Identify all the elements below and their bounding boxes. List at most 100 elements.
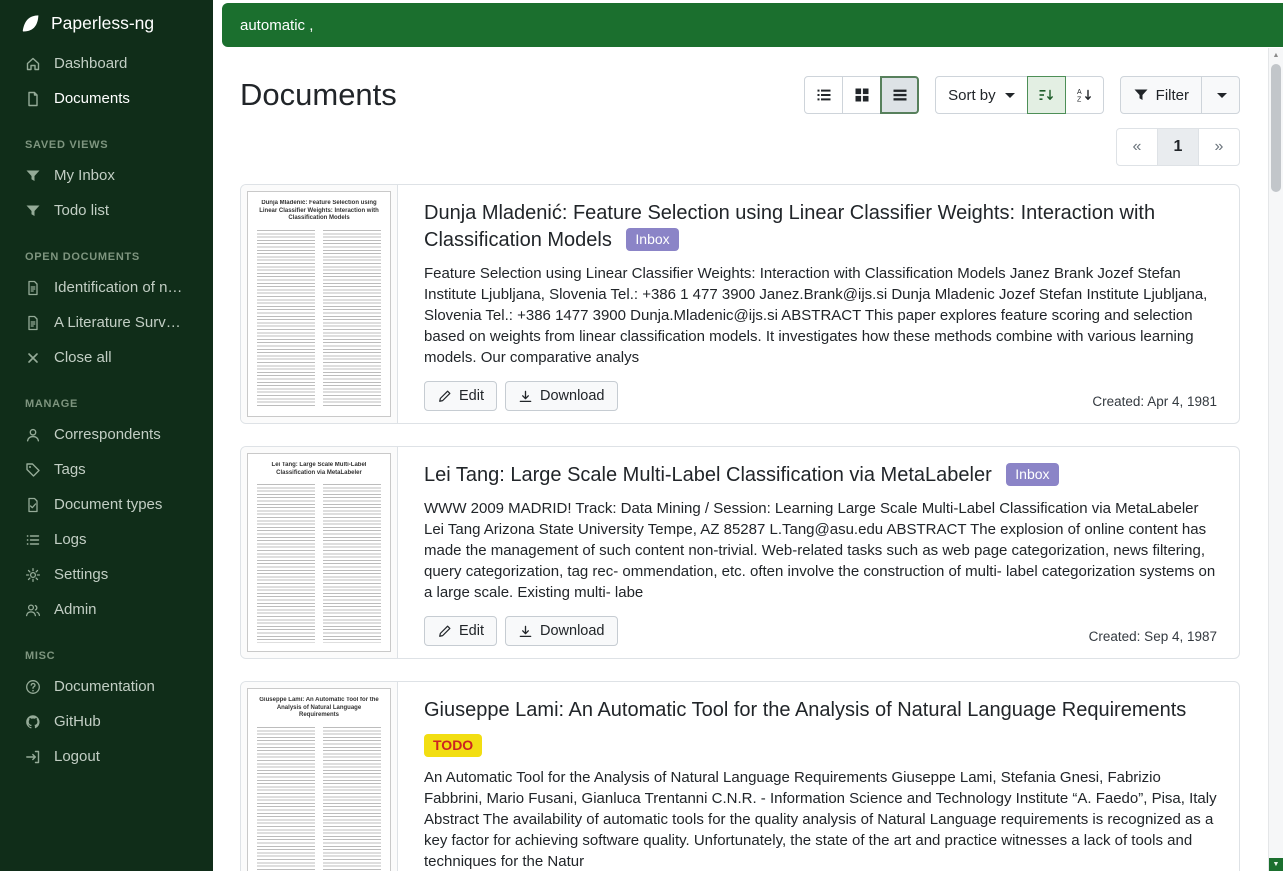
- sidebar-section-misc: MISC: [0, 627, 213, 669]
- sidebar-item-correspondents[interactable]: Correspondents: [0, 417, 213, 452]
- filter-group: Filter: [1120, 76, 1240, 114]
- download-button[interactable]: Download: [505, 616, 618, 646]
- sort-descending-button[interactable]: [1027, 76, 1066, 114]
- main-area: automatic , Documents: [213, 0, 1283, 871]
- sidebar-item-label: Logout: [54, 748, 100, 765]
- sidebar-item-tags[interactable]: Tags: [0, 452, 213, 487]
- tag-badge-inbox[interactable]: Inbox: [626, 228, 678, 251]
- sidebar-item-documentation[interactable]: Documentation: [0, 669, 213, 704]
- created-date: Created: Sep 4, 1987: [1089, 629, 1217, 646]
- document-title: Dunja Mladenić: Feature Selection using …: [424, 200, 1217, 254]
- brand[interactable]: Paperless-ng: [0, 0, 213, 46]
- list-view-icon: [816, 87, 832, 103]
- sidebar-item-open-doc-2[interactable]: A Literature Survey on ...: [0, 305, 213, 340]
- tag-icon: [25, 462, 41, 478]
- document-card-footer: Edit Download Created: Apr 4, 1981: [424, 381, 1217, 411]
- sidebar-section-saved-views: SAVED VIEWS: [0, 116, 213, 158]
- search-input[interactable]: automatic ,: [222, 3, 1283, 47]
- sidebar-item-documents[interactable]: Documents: [0, 81, 213, 116]
- edit-button[interactable]: Edit: [424, 616, 497, 646]
- pagination-next[interactable]: »: [1198, 128, 1240, 166]
- svg-text:A: A: [1077, 89, 1082, 96]
- navbar: automatic ,: [213, 0, 1283, 48]
- sidebar: Paperless-ng Dashboard Documents SAVED V…: [0, 0, 213, 871]
- thumbnail-page: Dunja Mladenić: Feature Selection using …: [247, 191, 391, 417]
- grid-view-icon: [854, 87, 870, 103]
- gear-icon: [25, 567, 41, 583]
- sort-down-icon: [1038, 87, 1054, 103]
- document-actions: Edit Download: [424, 381, 618, 411]
- tag-badge-todo[interactable]: TODO: [424, 734, 482, 757]
- pagination: « 1 »: [1116, 128, 1240, 166]
- edit-button[interactable]: Edit: [424, 381, 497, 411]
- funnel-icon: [25, 168, 41, 184]
- scrollbar-down-arrow[interactable]: ▼: [1269, 858, 1283, 871]
- sidebar-item-label: Todo list: [54, 202, 109, 219]
- pagination-page-1[interactable]: 1: [1157, 128, 1199, 166]
- view-toggle-group: [804, 76, 919, 114]
- document-snippet: WWW 2009 MADRID! Track: Data Mining / Se…: [424, 498, 1217, 603]
- sidebar-item-todo-list[interactable]: Todo list: [0, 193, 213, 228]
- pencil-icon: [437, 389, 452, 404]
- sidebar-item-dashboard[interactable]: Dashboard: [0, 46, 213, 81]
- download-icon: [518, 389, 533, 404]
- document-title-link[interactable]: Lei Tang: Large Scale Multi-Label Classi…: [424, 464, 992, 486]
- download-button-label: Download: [540, 623, 605, 639]
- document-card-body: Dunja Mladenić: Feature Selection using …: [398, 185, 1239, 423]
- document-title-link[interactable]: Giuseppe Lami: An Automatic Tool for the…: [424, 699, 1186, 721]
- filter-dropdown-button[interactable]: [1201, 76, 1240, 114]
- sidebar-item-document-types[interactable]: Document types: [0, 487, 213, 522]
- question-circle-icon: [25, 679, 41, 695]
- users-icon: [25, 602, 41, 618]
- thumbnail-title-text: Giuseppe Lami: An Automatic Tool for the…: [257, 697, 381, 720]
- sidebar-item-label: Dashboard: [54, 55, 127, 72]
- sidebar-item-label: Logs: [54, 531, 87, 548]
- sidebar-item-admin[interactable]: Admin: [0, 592, 213, 627]
- document-thumbnail[interactable]: Giuseppe Lami: An Automatic Tool for the…: [241, 682, 398, 871]
- tag-badge-inbox[interactable]: Inbox: [1006, 463, 1058, 486]
- search-query-text: automatic ,: [240, 17, 313, 34]
- download-button[interactable]: Download: [505, 381, 618, 411]
- person-icon: [25, 427, 41, 443]
- documents-page: Documents: [213, 48, 1283, 871]
- close-icon: [25, 350, 41, 366]
- sidebar-item-logout[interactable]: Logout: [0, 739, 213, 774]
- document-snippet: Feature Selection using Linear Classifie…: [424, 263, 1217, 368]
- scrollbar-thumb[interactable]: [1271, 64, 1281, 192]
- edit-button-label: Edit: [459, 388, 484, 404]
- view-list-button[interactable]: [804, 76, 843, 114]
- document-card-footer: Edit Download Created: Sep 4, 1987: [424, 616, 1217, 646]
- filter-button[interactable]: Filter: [1120, 76, 1202, 114]
- download-button-label: Download: [540, 388, 605, 404]
- sidebar-item-logs[interactable]: Logs: [0, 522, 213, 557]
- sidebar-item-label: Close all: [54, 349, 112, 366]
- sidebar-item-close-all[interactable]: Close all: [0, 340, 213, 375]
- file-check-icon: [25, 497, 41, 513]
- document-thumbnail[interactable]: Dunja Mladenić: Feature Selection using …: [241, 185, 398, 423]
- view-details-button[interactable]: [880, 76, 919, 114]
- scrollbar-up-arrow[interactable]: ▲: [1269, 48, 1283, 63]
- sidebar-item-open-doc-1[interactable]: Identification of non-fu...: [0, 270, 213, 305]
- sidebar-item-my-inbox[interactable]: My Inbox: [0, 158, 213, 193]
- sidebar-section-open-documents: OPEN DOCUMENTS: [0, 228, 213, 270]
- sidebar-nav: Dashboard Documents SAVED VIEWS My Inbox: [0, 46, 213, 774]
- sidebar-item-settings[interactable]: Settings: [0, 557, 213, 592]
- sort-by-label: Sort by: [948, 87, 996, 104]
- sort-by-button[interactable]: Sort by: [935, 76, 1028, 114]
- pagination-row: « 1 »: [240, 128, 1240, 166]
- download-icon: [518, 624, 533, 639]
- thumbnail-text-lines: [257, 230, 381, 409]
- document-title-link[interactable]: Dunja Mladenić: Feature Selection using …: [424, 202, 1155, 251]
- thumbnail-page: Giuseppe Lami: An Automatic Tool for the…: [247, 688, 391, 871]
- sort-alphabetical-button[interactable]: AZ: [1065, 76, 1104, 114]
- sidebar-section-manage: MANAGE: [0, 375, 213, 417]
- document-thumbnail[interactable]: Lei Tang: Large Scale Multi-Label Classi…: [241, 447, 398, 658]
- vertical-scrollbar[interactable]: ▲ ▼: [1268, 48, 1283, 871]
- pagination-prev[interactable]: «: [1116, 128, 1158, 166]
- document-title: Giuseppe Lami: An Automatic Tool for the…: [424, 697, 1217, 724]
- sidebar-item-github[interactable]: GitHub: [0, 704, 213, 739]
- details-view-icon: [892, 87, 908, 103]
- documents-icon: [25, 91, 41, 107]
- sidebar-item-label: Correspondents: [54, 426, 161, 443]
- view-grid-button[interactable]: [842, 76, 881, 114]
